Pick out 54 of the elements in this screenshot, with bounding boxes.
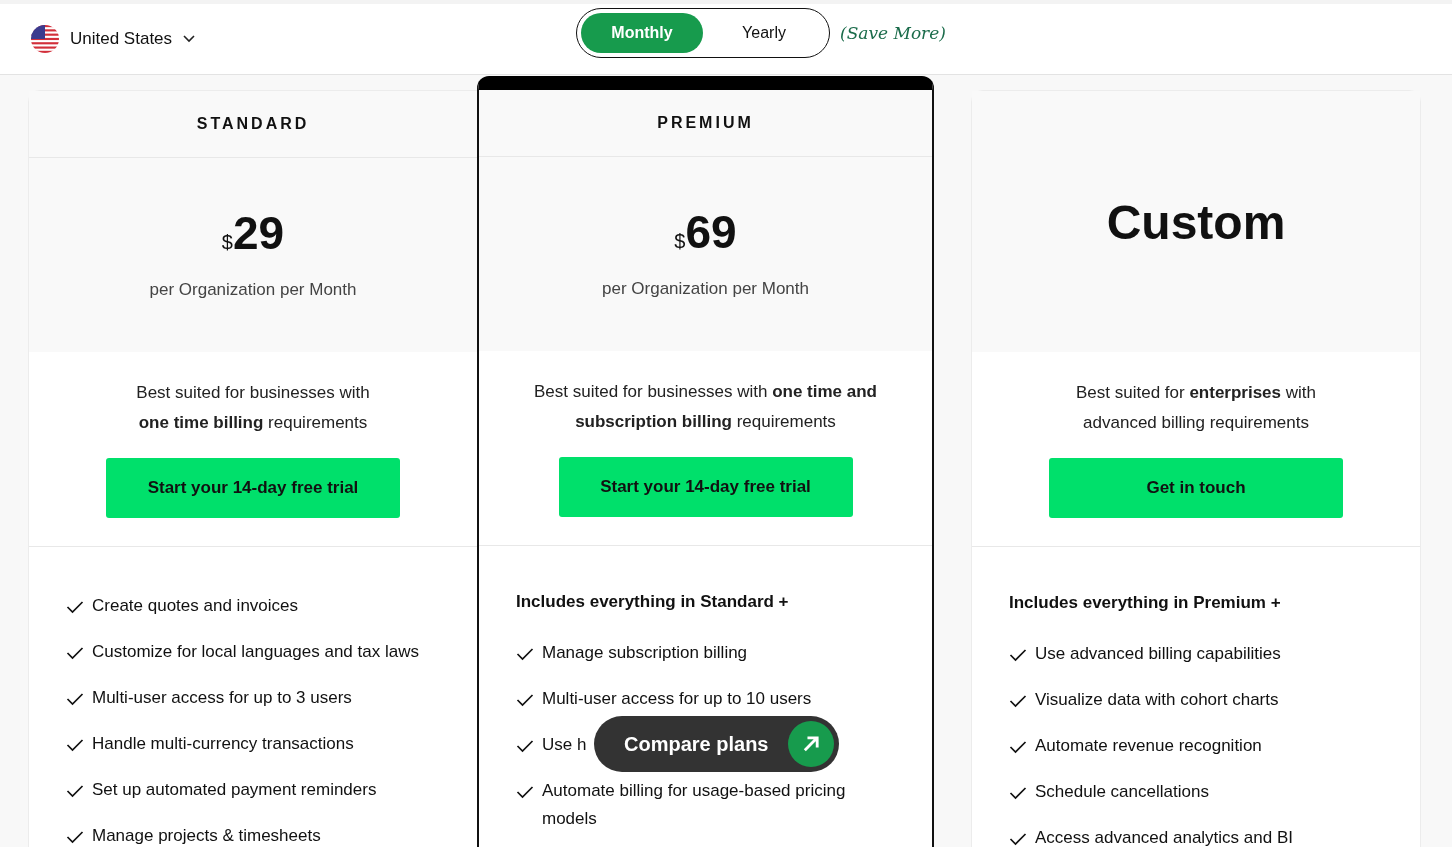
price-period: per Organization per Month <box>149 280 357 300</box>
feature-text: Multi-user access for up to 10 users <box>542 688 812 710</box>
check-icon <box>516 739 534 753</box>
save-note: (Save More) <box>840 23 946 43</box>
feature-text: Manage projects & timesheets <box>92 825 321 847</box>
arrow-up-right-icon <box>788 721 835 767</box>
plan-description: Best suited for businesses with one time and subscription billing requirements <box>534 381 877 433</box>
check-icon <box>1009 694 1027 708</box>
compare-plans-button[interactable]: Compare plans <box>594 716 840 772</box>
check-icon <box>1009 832 1027 846</box>
check-icon <box>66 784 84 798</box>
country-selector[interactable]: United States <box>30 24 576 54</box>
feature-text: Schedule cancellations <box>1035 781 1209 803</box>
check-icon <box>516 785 534 799</box>
check-icon <box>1009 786 1027 800</box>
feature-text: Multi-user access for up to 3 users <box>92 687 352 709</box>
feature-text: Automate billing for usage-based pricing models <box>542 780 847 830</box>
feature-text: Set up automated payment reminders <box>92 779 377 801</box>
cta-button[interactable]: Start your 14-day free trial <box>558 457 853 517</box>
flag-icon <box>30 24 60 54</box>
feature-text: Handle multi-currency transactions <box>92 733 354 755</box>
price: 69 <box>685 205 737 259</box>
currency: $ <box>221 231 233 254</box>
check-icon <box>1009 740 1027 754</box>
check-icon <box>66 646 84 660</box>
check-icon <box>66 692 84 706</box>
plan-description: Best suited for businesses with one time billing requirements <box>136 382 370 434</box>
billing-option[interactable]: Yearly <box>703 13 825 53</box>
feature-text: Automate revenue recognition <box>1035 735 1262 757</box>
feature-text: Visualize data with cohort charts <box>1035 689 1279 711</box>
custom-price: Custom <box>1106 195 1286 250</box>
currency: $ <box>674 230 686 253</box>
check-icon <box>66 830 84 844</box>
check-icon <box>66 738 84 752</box>
feature-text: Manage subscription billing <box>542 642 748 664</box>
plan-name: PREMIUM <box>479 90 932 157</box>
price: 29 <box>232 206 285 260</box>
billing-option[interactable]: Monthly <box>581 13 703 53</box>
feature-text: Use h <box>542 734 587 756</box>
feature-text: Access advanced analytics and BI <box>1035 827 1293 847</box>
cta-button[interactable]: Start your 14-day free trial <box>106 458 400 518</box>
cta-button[interactable]: Get in touch <box>1049 458 1343 518</box>
check-icon <box>516 647 534 661</box>
check-icon <box>1009 648 1027 662</box>
feature-text: Use advanced billing capabilities <box>1035 643 1281 665</box>
check-icon <box>516 693 534 707</box>
price-period: per Organization per Month <box>602 279 809 299</box>
check-icon <box>66 600 84 614</box>
features-heading: Includes everything in Premium + <box>1009 592 1282 614</box>
features-heading: Includes everything in Standard + <box>516 591 790 613</box>
feature-text: Customize for local languages and tax laws <box>92 641 419 663</box>
plan-description: Best suited for enterprises with advanced billing requirements <box>1076 382 1316 434</box>
feature-text: Create quotes and invoices <box>92 595 299 617</box>
chevron-down-icon <box>182 34 197 44</box>
